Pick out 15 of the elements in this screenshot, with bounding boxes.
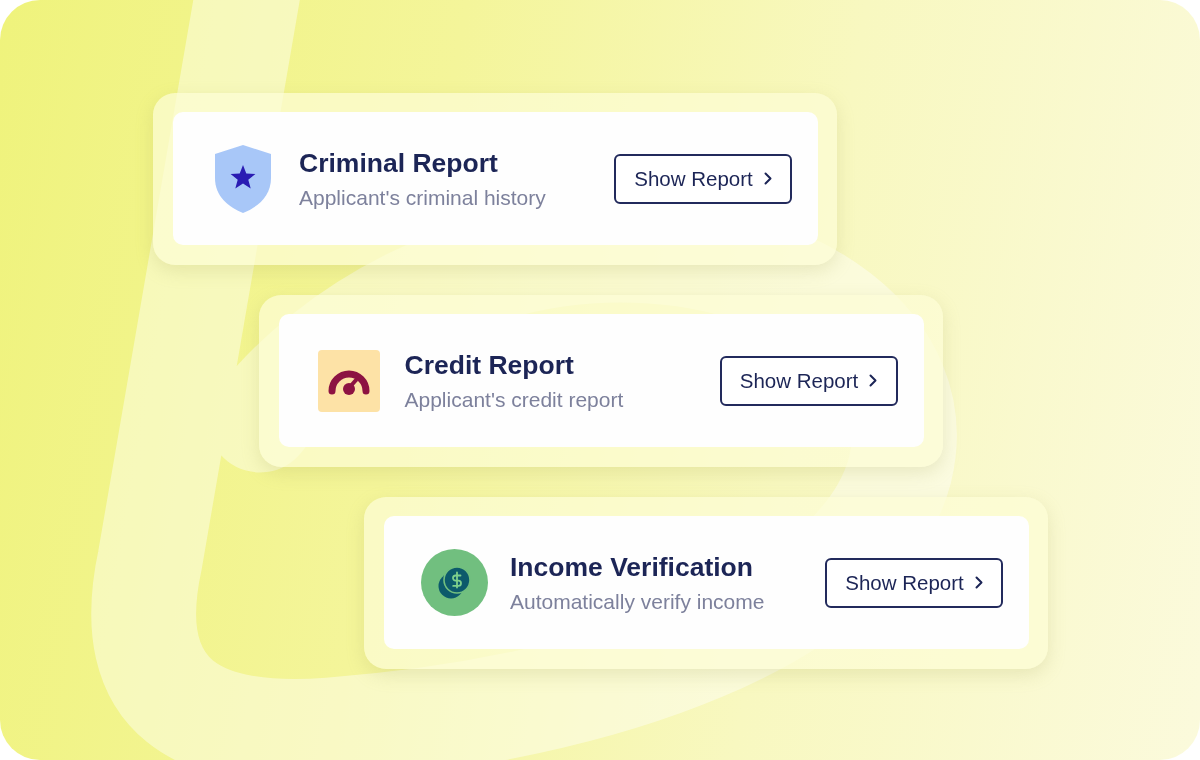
shield-star-icon bbox=[215, 144, 271, 213]
card-subtitle: Applicant's credit report bbox=[404, 387, 624, 412]
chevron-right-icon bbox=[763, 172, 772, 185]
show-report-button[interactable]: Show Report bbox=[614, 153, 792, 204]
chevron-right-icon bbox=[869, 374, 878, 387]
card-subtitle: Applicant's criminal history bbox=[299, 185, 546, 210]
speedometer-icon bbox=[317, 349, 380, 412]
card-title: Criminal Report bbox=[299, 147, 498, 178]
card-subtitle: Automatically verify income bbox=[510, 589, 765, 614]
chevron-right-icon bbox=[974, 576, 983, 589]
card-title: Income Verification bbox=[510, 551, 753, 582]
coins-dollar-icon bbox=[420, 549, 488, 616]
show-report-button[interactable]: Show Report bbox=[825, 557, 1003, 608]
card-title: Credit Report bbox=[404, 349, 574, 380]
show-report-button[interactable]: Show Report bbox=[719, 355, 898, 406]
